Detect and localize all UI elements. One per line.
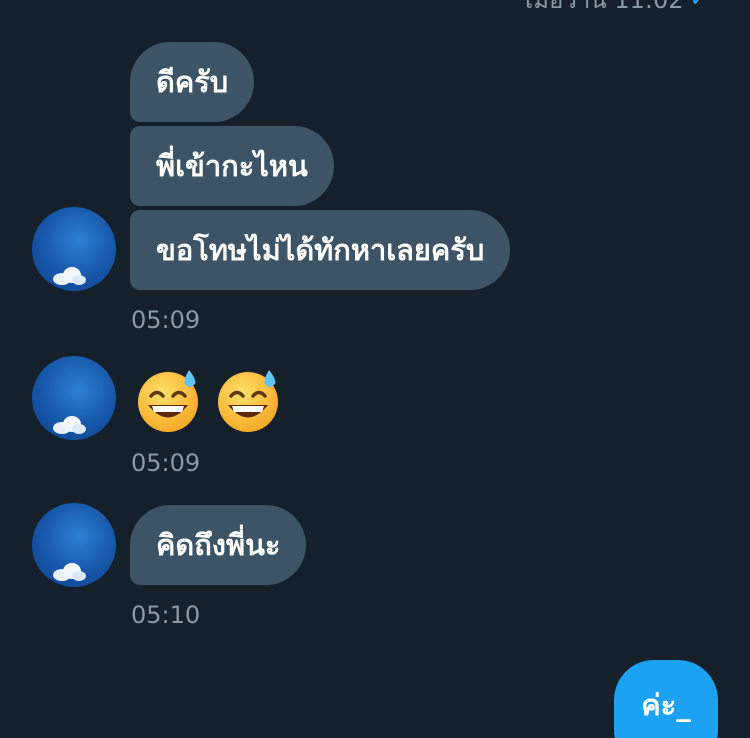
message-timestamp: 05:10 <box>131 601 201 629</box>
sender-avatar[interactable] <box>32 356 116 440</box>
message-timestamp: 05:09 <box>131 449 201 477</box>
message-timestamp: 05:09 <box>131 306 201 334</box>
outgoing-message-bubble[interactable]: ค่ะ_ <box>614 660 718 738</box>
message-bubble[interactable]: ดีครับ <box>130 42 255 122</box>
sender-avatar[interactable] <box>32 503 116 587</box>
cloud-icon <box>53 416 86 434</box>
cloud-icon <box>53 563 86 581</box>
checkmark-icon: ✓ <box>690 0 708 14</box>
grinning-face-with-sweat-icon[interactable] <box>135 366 203 434</box>
grinning-face-with-sweat-icon[interactable] <box>215 366 283 434</box>
previous-message-time: เมื่อวาน 11:02 <box>524 0 684 14</box>
dm-conversation: เมื่อวาน 11:02 ✓ ดีครับ พี่เข้ากะไหน ขอโ… <box>0 0 750 738</box>
cloud-icon <box>53 267 86 285</box>
sender-avatar[interactable] <box>32 207 116 291</box>
previous-message-status: เมื่อวาน 11:02 ✓ <box>525 0 708 14</box>
message-bubble[interactable]: ขอโทษไม่ได้ทักหาเลยครับ <box>130 210 511 290</box>
message-bubble[interactable]: คิดถึงพี่นะ <box>130 505 307 585</box>
message-bubble[interactable]: พี่เข้ากะไหน <box>130 126 334 206</box>
